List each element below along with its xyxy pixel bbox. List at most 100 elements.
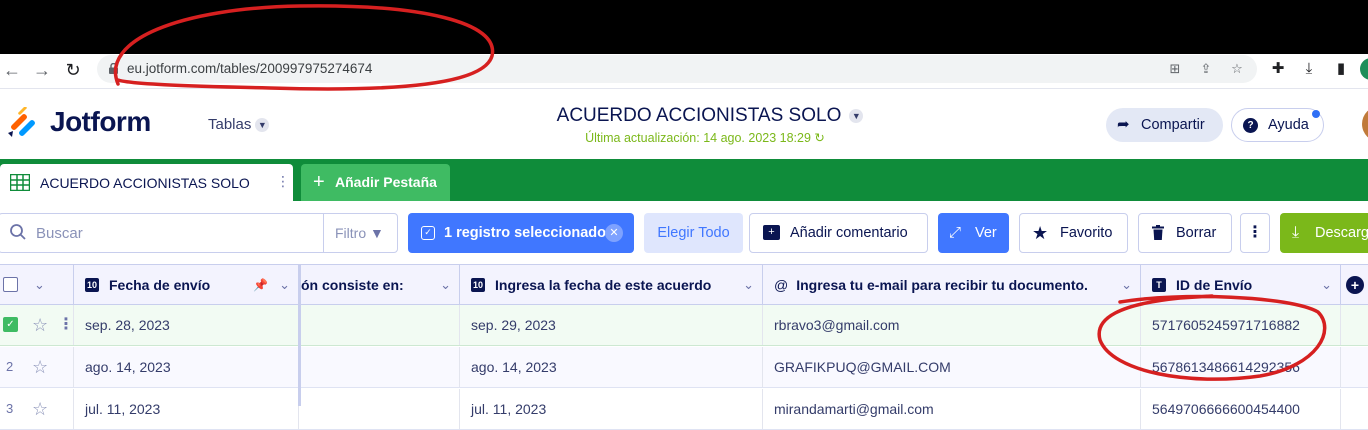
row-checkbox-checked[interactable]: ✓ — [3, 317, 18, 332]
browser-toolbar: ← → ↻ eu.jotform.com/tables/200997975274… — [0, 54, 1368, 86]
star-icon[interactable]: ☆ — [32, 347, 48, 387]
column-title: ón consiste en: — [301, 277, 404, 293]
reload-icon[interactable]: ↻ — [63, 60, 83, 80]
column-menu-icon[interactable]: ⌄ — [1321, 265, 1332, 305]
select-all-checkbox[interactable] — [3, 277, 18, 292]
forward-icon[interactable]: → — [32, 60, 52, 80]
cell-email[interactable]: mirandamarti@gmail.com — [763, 389, 1141, 429]
cell-fecha-acuerdo[interactable]: ago. 14, 2023 — [460, 347, 763, 387]
star-icon: ★ — [1032, 223, 1049, 243]
cell-consiste[interactable] — [301, 305, 460, 345]
comment-label: Añadir comentario — [790, 225, 908, 241]
share-label: Compartir — [1141, 117, 1205, 133]
row-controls: ✓ ☆ ⋮ — [0, 305, 74, 345]
delete-label: Borrar — [1176, 225, 1217, 241]
extensions-icon[interactable]: ✚ — [1268, 59, 1288, 79]
column-title: Ingresa tu e-mail para recibir tu docume… — [796, 277, 1088, 293]
side-panel-icon[interactable]: ▮ — [1331, 59, 1351, 79]
table-row[interactable]: 2 ☆ ago. 14, 2023 ago. 14, 2023 GRAFIKPU… — [0, 347, 1368, 388]
column-title: Ingresa la fecha de este acuerdo — [495, 277, 712, 293]
download-button[interactable]: ⤓ Descargar — [1280, 213, 1368, 253]
delete-button[interactable]: Borrar — [1138, 213, 1232, 253]
cell-id[interactable]: 5678613486614292356 — [1141, 347, 1341, 387]
tab-options-icon[interactable]: ⋮ — [276, 173, 290, 190]
title-chevron-down-icon[interactable]: ▼ — [849, 108, 864, 123]
help-label: Ayuda — [1268, 117, 1309, 133]
column-title: ID de Envío — [1176, 277, 1253, 293]
header-chevron-down-icon[interactable]: ⌄ — [34, 265, 45, 305]
refresh-icon[interactable]: ↻ — [814, 131, 824, 145]
comment-icon: + — [763, 225, 780, 240]
row-number: 3 — [6, 401, 14, 416]
at-sign-icon: @ — [774, 277, 789, 293]
table-toolbar: Buscar Filtro ▼ ✓ 1 registro seleccionado… — [0, 201, 1368, 264]
cell-fecha[interactable]: jul. 11, 2023 — [74, 389, 299, 429]
column-header-consiste[interactable]: ón consiste en: ⌄ — [301, 265, 460, 305]
star-icon[interactable]: ☆ — [32, 389, 48, 429]
table-row[interactable]: 3 ☆ jul. 11, 2023 jul. 11, 2023 mirandam… — [0, 389, 1368, 430]
last-updated-text: Última actualización: 14 ago. 2023 18:29 — [585, 131, 811, 145]
search-icon — [10, 224, 26, 240]
column-header-id[interactable]: T ID de Envío ⌄ — [1141, 265, 1341, 305]
star-icon[interactable]: ☆ — [32, 305, 48, 345]
column-menu-icon[interactable]: ⌄ — [279, 265, 290, 305]
row-controls: 3 ☆ — [0, 389, 74, 429]
add-comment-button[interactable]: + Añadir comentario — [749, 213, 928, 253]
favorite-label: Favorito — [1060, 225, 1113, 241]
cell-email[interactable]: GRAFIKPUQ@GMAIL.COM — [763, 347, 1141, 387]
download-arrow-icon: ⤓ — [1292, 224, 1300, 241]
add-tab-label: Añadir Pestaña — [335, 174, 437, 190]
share-button[interactable]: ➦ Compartir — [1106, 108, 1223, 142]
filter-button[interactable]: Filtro ▼ — [323, 214, 397, 252]
cell-fecha[interactable]: sep. 28, 2023 — [74, 305, 299, 345]
window-top-bar — [0, 0, 1368, 54]
cell-fecha-acuerdo[interactable]: jul. 11, 2023 — [460, 389, 763, 429]
column-header-email[interactable]: @ Ingresa tu e-mail para recibir tu docum… — [763, 265, 1141, 305]
tab-acuerdo[interactable]: ACUERDO ACCIONISTAS SOLO ⋮ — [0, 164, 293, 201]
pin-icon[interactable]: 📌 — [253, 265, 268, 305]
cell-id[interactable]: 5649706666600454400 — [1141, 389, 1341, 429]
row-menu-icon[interactable]: ⋮ — [58, 305, 73, 345]
funnel-icon: ▼ — [370, 225, 384, 241]
frozen-column-divider[interactable] — [298, 264, 301, 406]
more-options-icon[interactable]: ⋮ — [1240, 213, 1270, 253]
download-label: Descargar — [1315, 225, 1368, 241]
column-header-fecha-acuerdo[interactable]: 10 Ingresa la fecha de este acuerdo ⌄ — [460, 265, 763, 305]
add-column-icon[interactable]: + — [1346, 276, 1364, 294]
search-placeholder[interactable]: Buscar — [36, 225, 83, 242]
notification-dot — [1312, 110, 1320, 118]
checkbox-icon: ✓ — [421, 226, 435, 240]
header-select-all[interactable]: ⌄ — [0, 265, 74, 305]
favorite-button[interactable]: ★ Favorito — [1019, 213, 1128, 253]
add-tab-button[interactable]: + Añadir Pestaña — [301, 164, 450, 201]
table-row[interactable]: ✓ ☆ ⋮ sep. 28, 2023 sep. 29, 2023 rbravo… — [0, 305, 1368, 346]
download-icon[interactable]: ⤓ — [1299, 59, 1319, 79]
cell-consiste[interactable] — [301, 389, 460, 429]
calendar-icon: 10 — [85, 277, 99, 292]
clear-selection-icon[interactable]: ✕ — [605, 224, 623, 242]
column-menu-icon[interactable]: ⌄ — [440, 265, 451, 305]
help-button[interactable]: ? Ayuda — [1231, 108, 1324, 142]
expand-icon: ⤢ — [949, 224, 962, 241]
view-button[interactable]: ⤢ Ver — [938, 213, 1009, 253]
address-bar[interactable]: eu.jotform.com/tables/200997975274674 ⊞ … — [97, 55, 1257, 83]
back-icon[interactable]: ← — [2, 60, 22, 80]
bookmark-star-icon[interactable]: ☆ — [1229, 61, 1245, 77]
select-all-button[interactable]: Elegir Todo — [644, 213, 743, 253]
column-menu-icon[interactable]: ⌄ — [743, 265, 754, 305]
selected-label: 1 registro seleccionado — [444, 225, 606, 241]
cell-id[interactable]: 5717605245971716882 — [1141, 305, 1341, 345]
cell-email[interactable]: rbravo3@gmail.com — [763, 305, 1141, 345]
selected-records-button[interactable]: ✓ 1 registro seleccionado ✕ — [408, 213, 634, 253]
search-box[interactable]: Buscar Filtro ▼ — [0, 213, 398, 253]
profile-avatar[interactable] — [1360, 58, 1368, 80]
app-header: Jotform Tablas ▼ ACUERDO ACCIONISTAS SOLO… — [0, 88, 1368, 159]
column-header-fecha[interactable]: 10 Fecha de envío 📌 ⌄ — [74, 265, 299, 305]
cell-fecha-acuerdo[interactable]: sep. 29, 2023 — [460, 305, 763, 345]
column-menu-icon[interactable]: ⌄ — [1121, 265, 1132, 305]
share-page-icon[interactable]: ⇪ — [1198, 61, 1214, 77]
text-field-icon: T — [1152, 277, 1166, 292]
translate-icon[interactable]: ⊞ — [1167, 61, 1183, 77]
cell-consiste[interactable] — [301, 347, 460, 387]
cell-fecha[interactable]: ago. 14, 2023 — [74, 347, 299, 387]
